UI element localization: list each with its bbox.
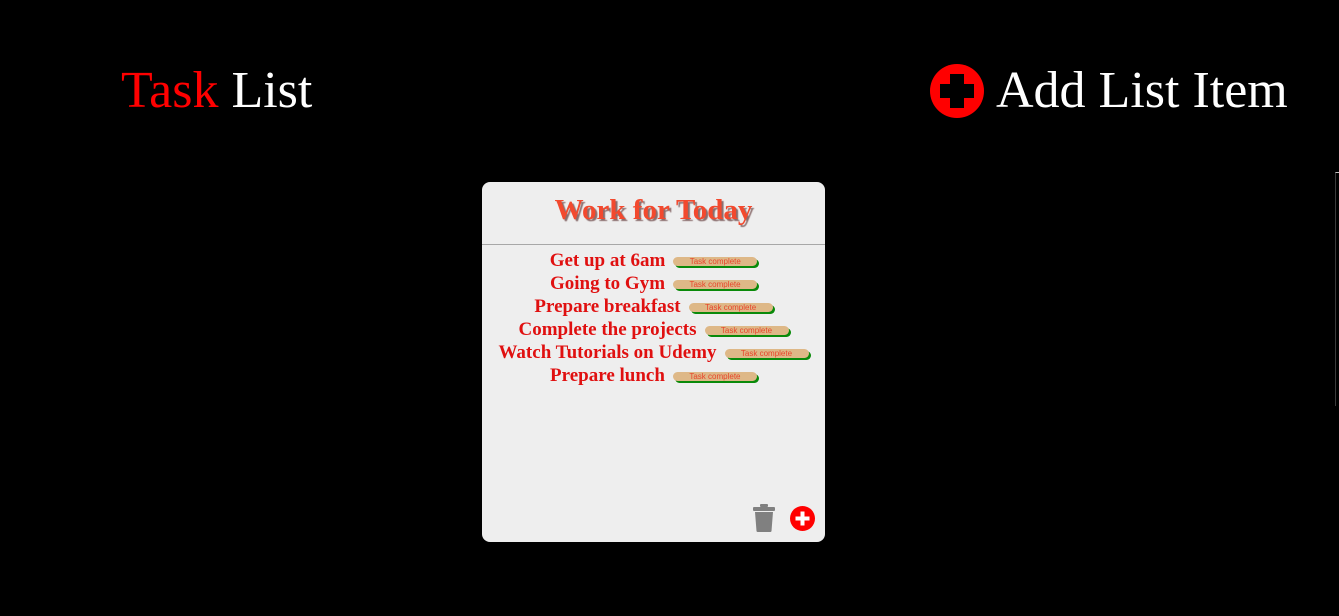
page: Task List Add List Item Work for Today G… bbox=[0, 0, 1339, 616]
task-text: Watch Tutorials on Udemy bbox=[498, 341, 717, 363]
task-item: Get up at 6am Task complete bbox=[482, 248, 825, 271]
task-card: Work for Today Get up at 6am Task complet… bbox=[482, 182, 825, 542]
task-item: Prepare breakfast Task complete bbox=[482, 294, 825, 317]
task-item: Prepare lunch Task complete bbox=[482, 363, 825, 386]
task-complete-button[interactable]: Task complete bbox=[688, 302, 773, 312]
task-text: Going to Gym bbox=[549, 272, 666, 294]
plus-circle-icon[interactable] bbox=[930, 64, 984, 118]
app-title-rest: List bbox=[231, 62, 313, 119]
task-item: Complete the projects Task complete bbox=[482, 317, 825, 340]
card-actions bbox=[752, 504, 815, 532]
task-text: Prepare lunch bbox=[550, 364, 665, 386]
task-complete-button[interactable]: Task complete bbox=[673, 256, 758, 266]
task-complete-button[interactable]: Task complete bbox=[672, 371, 757, 381]
app-title-accent: Task bbox=[121, 62, 219, 119]
task-complete-button[interactable]: Task complete bbox=[724, 348, 809, 358]
app-title: Task List bbox=[121, 60, 312, 122]
task-item: Watch Tutorials on Udemy Task complete bbox=[482, 340, 825, 363]
add-list-item-label: Add List Item bbox=[996, 62, 1288, 119]
scrollbar[interactable] bbox=[1335, 172, 1339, 406]
card-title: Work for Today bbox=[482, 182, 825, 245]
task-complete-button[interactable]: Task complete bbox=[704, 325, 789, 335]
task-text: Complete the projects bbox=[518, 318, 697, 340]
task-list: Get up at 6am Task complete Going to Gym T… bbox=[482, 245, 825, 386]
add-list-item-button[interactable]: Add List Item bbox=[930, 60, 1288, 122]
task-item: Going to Gym Task complete bbox=[482, 271, 825, 294]
task-text: Prepare breakfast bbox=[534, 295, 681, 317]
trash-icon[interactable] bbox=[752, 504, 776, 532]
task-text: Get up at 6am bbox=[549, 249, 666, 271]
plus-circle-icon[interactable] bbox=[790, 505, 815, 531]
task-complete-button[interactable]: Task complete bbox=[673, 279, 758, 289]
